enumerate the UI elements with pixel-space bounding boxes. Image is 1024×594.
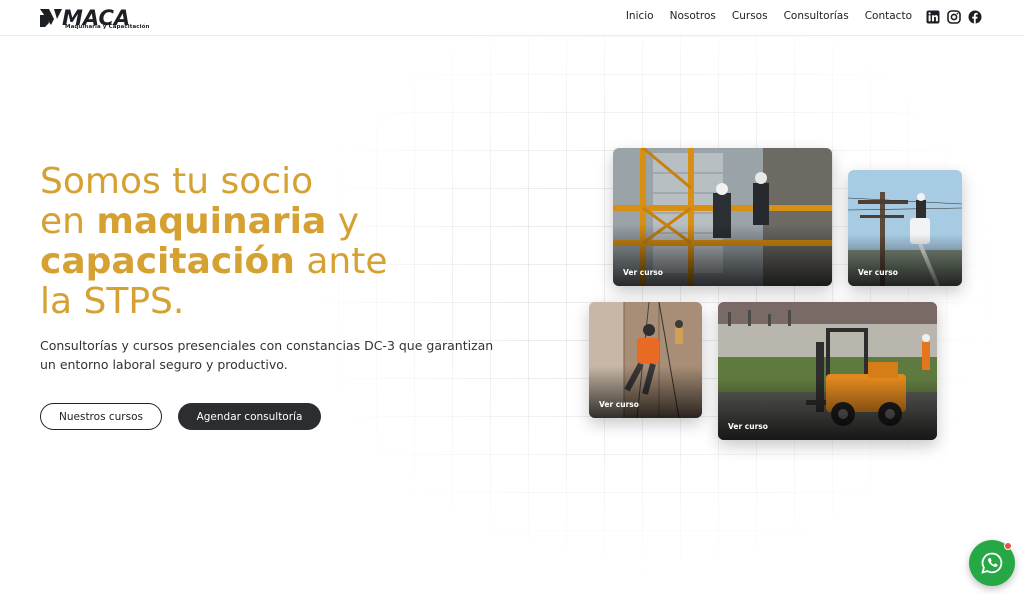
whatsapp-button[interactable] [969,540,1015,586]
hero-title-line4: la STPS. [40,281,185,322]
hero-title: Somos tu socio en maquinaria y capacitac… [40,162,460,322]
consultation-button[interactable]: Agendar consultoría [178,403,321,430]
card-label: Ver curso [599,400,639,409]
notification-dot [1004,542,1012,550]
hero-title-line3-bold: capacitación [40,241,295,282]
brand-tagline: Maquinaria y Capacitación [65,24,150,30]
social-links [926,9,982,24]
hero-title-line2-pre: en [40,201,97,242]
courses-button[interactable]: Nuestros cursos [40,403,162,430]
card-label: Ver curso [728,422,768,431]
course-card-crane[interactable]: Ver curso [613,148,832,286]
hero-title-line2-post: y [326,201,360,242]
card-shade [848,233,962,286]
course-card-forklift[interactable]: Ver curso [718,302,937,440]
instagram-icon[interactable] [947,9,961,24]
nav-item-consultorias[interactable]: Consultorías [784,10,849,22]
course-card-utility-pole[interactable]: Ver curso [848,170,962,286]
whatsapp-icon [981,552,1003,574]
card-label: Ver curso [858,268,898,277]
hero-title-line1: Somos tu socio [40,161,314,202]
nav-item-contacto[interactable]: Contacto [865,10,912,22]
main-nav: Inicio Nosotros Cursos Consultorías Cont… [626,10,912,22]
facebook-icon[interactable] [968,9,982,24]
card-shade [589,365,702,418]
card-label: Ver curso [623,268,663,277]
nav-item-cursos[interactable]: Cursos [732,10,768,22]
brand-logo[interactable]: MACA Maquinaria y Capacitación [40,6,149,30]
hero-title-line3-post: ante [294,241,388,282]
nav-item-nosotros[interactable]: Nosotros [670,10,716,22]
course-card-climbing[interactable]: Ver curso [589,302,702,418]
site-header: MACA Maquinaria y Capacitación Inicio No… [0,0,1024,36]
hero-description: Consultorías y cursos presenciales con c… [40,338,494,372]
linkedin-icon[interactable] [926,9,940,24]
logo-mark-icon [40,9,62,27]
nav-item-inicio[interactable]: Inicio [626,10,654,22]
hero-title-line2-bold: maquinaria [96,201,327,242]
